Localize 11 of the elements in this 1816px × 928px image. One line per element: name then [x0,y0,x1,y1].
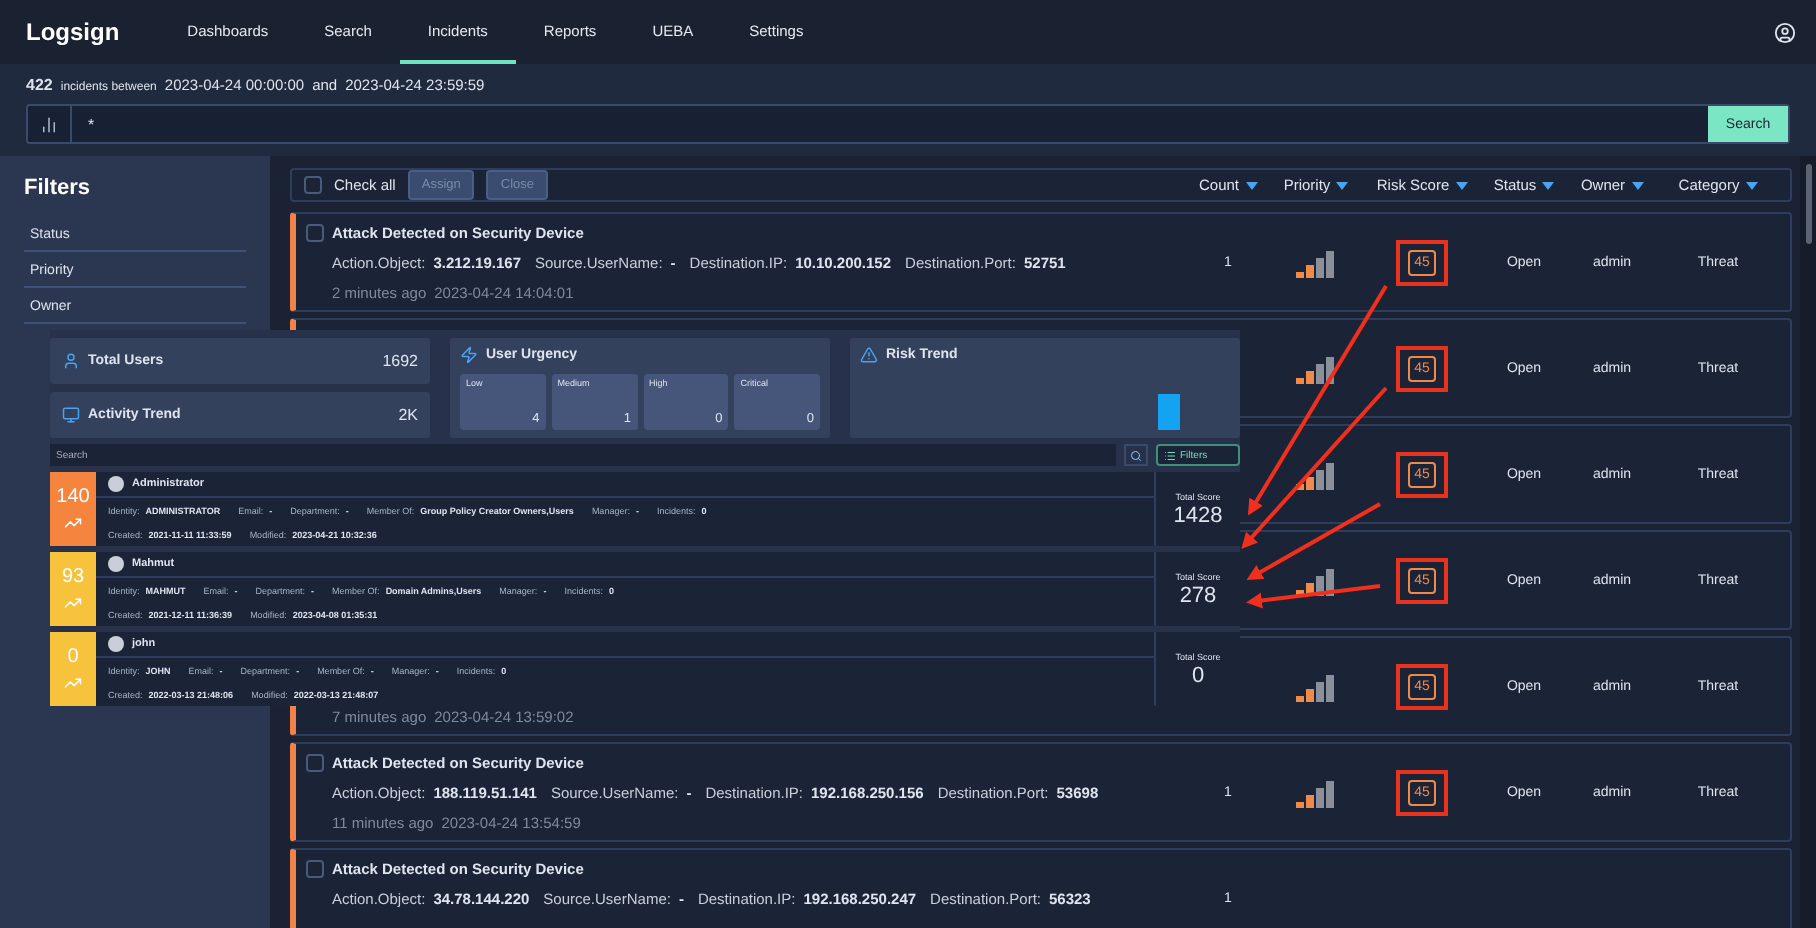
logo: Logsign [26,16,120,50]
total-score: 0 [1191,663,1205,687]
incident-count: 422 [26,76,53,94]
stat-value: 1692 [382,352,418,370]
total-score: 1428 [1173,503,1223,527]
score-value: 0 [67,646,79,668]
score-value: 140 [56,486,90,508]
score-value: 93 [61,566,85,588]
total-score: 278 [1179,583,1217,607]
filters-title: Filters [24,176,93,200]
stat-value: 2K [398,406,418,424]
